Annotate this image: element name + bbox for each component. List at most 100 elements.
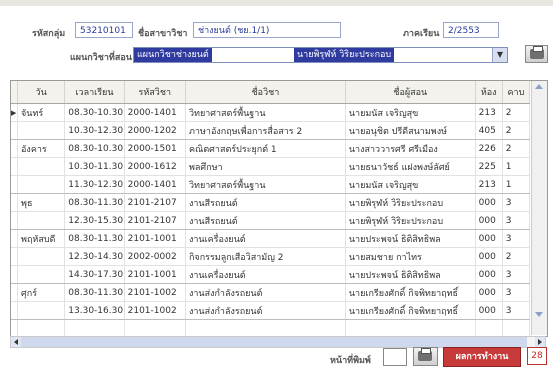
cell-time: 08.30-11.30 [64,229,125,248]
cell-time: 08.30-10.30 [64,139,125,158]
cell-room: 000 [475,283,503,302]
cell-teacher: นายประพจน์ ธิติสิทธิพล [345,265,476,284]
table-row[interactable]: ศุกร์ 08.30-11.30 2101-1002 งานส่งกำลังร… [11,283,531,302]
cell-time: 08.30-11.30 [64,193,125,212]
header-period: คาบ [502,81,531,104]
cell-subject: งานส่งกำลังรถยนต์ [185,283,346,302]
cell-teacher: นายอนุชิต ปรีดีสนามพงษ์ [345,121,476,140]
cell-time: 13.30-16.30 [64,301,125,320]
cell-teacher: นายประพจน์ ธิติสิทธิพล [345,229,476,248]
cell-day: ศุกร์ [17,283,66,302]
print-button-top[interactable] [525,45,548,63]
table-row[interactable]: ▶ จันทร์ 08.30-10.30 2000-1401 วิทยาศาสต… [11,103,531,122]
printer-icon [530,46,544,59]
vertical-scrollbar[interactable] [531,81,547,335]
print-button[interactable] [413,347,438,366]
cell-day [17,247,66,266]
header-day: วัน [17,81,66,104]
header-code: รหัสวิชา [124,81,186,104]
table-row[interactable]: 11.30-12.30 2000-1401 วิทยาศาสตร์พื้นฐาน… [11,175,531,194]
cell-day [17,157,66,176]
cell-subject: คณิตศาสตร์ประยุกต์ 1 [185,139,346,158]
teacher-dept-label: แผนกวิชาที่สอน [70,53,132,63]
table-row[interactable]: 10.30-11.30 2000-1612 พลศึกษา นายธนาวัชธ… [11,157,531,176]
cell-time: 08.30-10.30 [64,103,125,122]
cell-room: 405 [475,121,503,140]
cell-empty [502,319,531,336]
cell-room: 000 [475,229,503,248]
term-label: ภาคเรียน [403,29,440,39]
cell-empty [64,319,125,336]
cell-room: 226 [475,139,503,158]
table-row-empty[interactable] [11,319,531,336]
scroll-right-icon[interactable] [535,337,545,347]
cell-period: 3 [502,193,531,212]
table-row[interactable]: พฤหัสบดี 08.30-11.30 2101-1001 งานเครื่อ… [11,229,531,248]
cell-time: 12.30-15.30 [64,211,125,230]
cell-time: 14.30-17.30 [64,265,125,284]
table-row[interactable]: 13.30-16.30 2101-1002 งานส่งกำลังรถยนต์ … [11,301,531,320]
program-name-field[interactable]: ช่างยนต์ (ชย.1/1) [193,22,341,38]
table-row[interactable]: อังคาร 08.30-10.30 2000-1501 คณิตศาสตร์ป… [11,139,531,158]
cell-period: 3 [502,301,531,320]
cell-subject: งานส่งกำลังรถยนต์ [185,301,346,320]
cell-teacher: นางสาววารศรี ศรีเมือง [345,139,476,158]
cell-subject: ภาษาอังกฤษเพื่อการสื่อสาร 2 [185,121,346,140]
cell-empty [475,319,503,336]
cell-teacher: นายธนาวัชธ์ แฝงพงษ์ลัศย์ [345,157,476,176]
cell-teacher: นายพิรุฬห์ วิริยะประกอบ [345,193,476,212]
group-code-field[interactable]: 53210101 [75,22,133,38]
cell-empty [17,319,66,336]
scroll-thumb[interactable] [21,337,527,347]
results-button[interactable]: ผลการทำงาน [443,347,521,367]
cell-room: 000 [475,193,503,212]
scroll-left-icon[interactable] [11,337,21,347]
cell-day [17,121,66,140]
cell-subject: งานเครื่องยนต์ [185,265,346,284]
cell-code: 2000-1401 [124,103,186,122]
cell-period: 1 [502,157,531,176]
cell-time: 12.30-14.30 [64,247,125,266]
group-label: รหัสกลุ่ม [32,29,66,39]
header-room: ห้อง [475,81,503,104]
table-row[interactable]: พุธ 08.30-11.30 2101-2107 งานสีรถยนต์ นา… [11,193,531,212]
teacher-select-name: นายพิรุฬห์ วิริยะประกอบ [294,48,395,62]
cell-room: 213 [475,175,503,194]
print-pages-field[interactable] [383,348,407,366]
cell-period: 3 [502,283,531,302]
header-time: เวลาเรียน [64,81,125,104]
chevron-down-icon: ▼ [492,48,507,62]
term-field[interactable]: 2/2553 [443,22,499,38]
teacher-select[interactable]: แผนกวิชาช่างยนต์ นายพิรุฬห์ วิริยะประกอบ… [133,47,508,63]
cell-teacher: นายเกรียงศักดิ์ กิจพิทยาฤทธิ์ [345,301,476,320]
cell-day [17,211,66,230]
results-count: 28 [527,347,547,365]
cell-subject: วิทยาศาสตร์พื้นฐาน [185,103,346,122]
table-row[interactable]: 14.30-17.30 2101-1001 งานเครื่องยนต์ นาย… [11,265,531,284]
cell-empty [185,319,346,336]
cell-room: 225 [475,157,503,176]
cell-room: 000 [475,265,503,284]
cell-day: พุธ [17,193,66,212]
table-row[interactable]: 10.30-12.30 2000-1202 ภาษาอังกฤษเพื่อการ… [11,121,531,140]
cell-period: 2 [502,247,531,266]
table-row[interactable]: 12.30-15.30 2101-2107 งานสีรถยนต์ นายพิร… [11,211,531,230]
schedule-table: วัน เวลาเรียน รหัสวิชา ชื่อวิชา ชื่อผู้ส… [10,80,548,337]
cell-day: จันทร์ [17,103,66,122]
scroll-down-icon[interactable] [535,312,543,317]
cell-subject: งานสีรถยนต์ [185,211,346,230]
cell-code: 2000-1501 [124,139,186,158]
cell-code: 2101-1001 [124,229,186,248]
cell-code: 2000-1612 [124,157,186,176]
cell-empty [124,319,186,336]
teacher-select-dept: แผนกวิชาช่างยนต์ [134,48,212,62]
scroll-up-icon[interactable] [535,84,543,89]
cell-period: 2 [502,139,531,158]
cell-period: 2 [502,121,531,140]
window-top-strip [0,0,553,6]
cell-day [17,175,66,194]
header-teacher: ชื่อผู้สอน [345,81,476,104]
cell-teacher: นายมนัส เจริญสุข [345,175,476,194]
cell-teacher: นายพิรุฬห์ วิริยะประกอบ [345,211,476,230]
table-row[interactable]: 12.30-14.30 2002-0002 กิจกรรมลูกเสือวิสา… [11,247,531,266]
